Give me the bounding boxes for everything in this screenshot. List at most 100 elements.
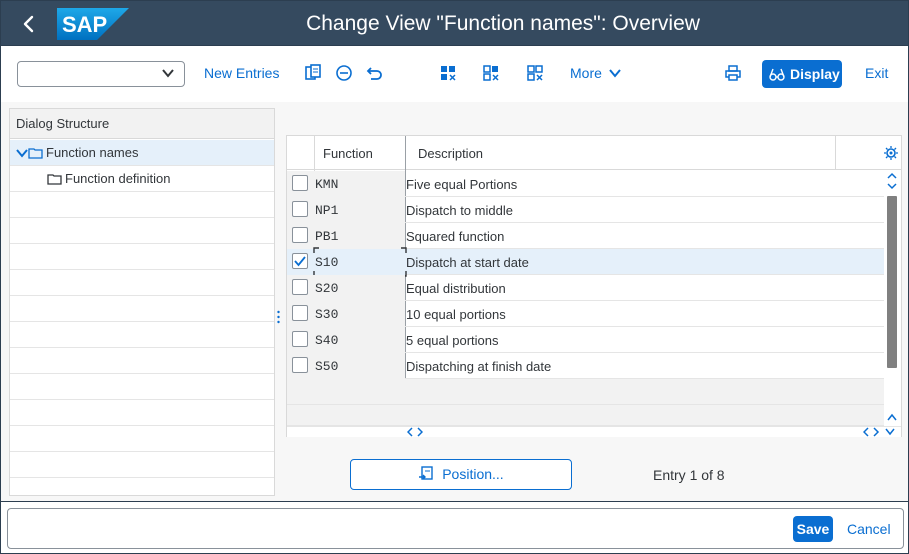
more-button[interactable]: More bbox=[570, 65, 621, 81]
table-row[interactable]: S20 Equal distribution bbox=[287, 275, 884, 301]
row-checkbox[interactable] bbox=[292, 279, 308, 295]
tree-empty-row bbox=[10, 296, 274, 322]
row-checkbox[interactable] bbox=[292, 175, 308, 191]
row-selector[interactable] bbox=[287, 301, 314, 327]
table-row[interactable]: PB1 Squared function bbox=[287, 223, 884, 249]
display-label: Display bbox=[790, 66, 840, 82]
copy-as-icon[interactable] bbox=[303, 63, 323, 83]
table-row[interactable]: KMN Five equal Portions bbox=[287, 171, 884, 197]
cancel-button[interactable]: Cancel bbox=[847, 521, 891, 537]
row-checkbox-checked[interactable] bbox=[292, 253, 308, 269]
tree-empty-row bbox=[10, 218, 274, 244]
table-row[interactable]: S40 5 equal portions bbox=[287, 327, 884, 353]
folder-open-icon bbox=[28, 148, 43, 159]
row-selector[interactable] bbox=[287, 197, 314, 223]
function-code: KMN bbox=[315, 177, 339, 192]
shell-bar: SAP Change View "Function names": Overvi… bbox=[0, 0, 909, 46]
vertical-scrollbar[interactable] bbox=[884, 170, 900, 426]
tree-empty-row bbox=[10, 452, 274, 478]
check-icon bbox=[294, 256, 306, 267]
function-code: NP1 bbox=[315, 203, 339, 218]
tree-label-function-definition: Function definition bbox=[65, 171, 171, 186]
tree-empty-row bbox=[10, 374, 274, 400]
row-selector[interactable] bbox=[287, 249, 314, 275]
tree-empty-row bbox=[10, 192, 274, 218]
tree-empty-row bbox=[10, 244, 274, 270]
dialog-structure-panel: Dialog Structure Function names Function… bbox=[9, 108, 275, 496]
function-code: S10 bbox=[315, 255, 339, 270]
function-description: Five equal Portions bbox=[406, 177, 518, 192]
table-header: Function Description bbox=[287, 136, 901, 170]
select-all-icon[interactable] bbox=[438, 63, 458, 83]
position-label: Position... bbox=[442, 466, 504, 482]
column-header-description[interactable]: Description bbox=[418, 146, 483, 161]
function-code: PB1 bbox=[315, 229, 339, 244]
dialog-structure-header: Dialog Structure bbox=[10, 109, 274, 139]
splitter-handle[interactable] bbox=[277, 310, 280, 326]
function-table: Function Description KMN Five equal Port… bbox=[286, 135, 902, 437]
new-entries-button[interactable]: New Entries bbox=[204, 65, 279, 81]
gear-icon[interactable] bbox=[884, 146, 898, 160]
variant-select[interactable] bbox=[17, 61, 185, 87]
function-code: S20 bbox=[315, 281, 339, 296]
save-button[interactable]: Save bbox=[793, 516, 833, 542]
horizontal-scrollbar[interactable] bbox=[287, 426, 901, 437]
tree-node-function-definition[interactable]: Function definition bbox=[10, 166, 274, 192]
tree-empty-row bbox=[10, 322, 274, 348]
tree-label-function-names: Function names bbox=[46, 145, 139, 160]
scroll-left-right-icon[interactable] bbox=[407, 427, 423, 437]
page-title: Change View "Function names": Overview bbox=[306, 12, 700, 35]
row-checkbox[interactable] bbox=[292, 227, 308, 243]
chevron-down-icon[interactable] bbox=[15, 146, 29, 160]
tree-empty-row bbox=[10, 426, 274, 452]
function-description: Dispatch at start date bbox=[406, 255, 529, 270]
function-description: 5 equal portions bbox=[406, 333, 499, 348]
row-checkbox[interactable] bbox=[292, 331, 308, 347]
undo-icon[interactable] bbox=[365, 63, 385, 83]
function-description: Squared function bbox=[406, 229, 505, 244]
more-label: More bbox=[570, 65, 602, 81]
function-code: S40 bbox=[315, 333, 339, 348]
function-code: S50 bbox=[315, 359, 339, 374]
scrollbar-thumb[interactable] bbox=[887, 196, 897, 368]
row-checkbox[interactable] bbox=[292, 305, 308, 321]
function-code: S30 bbox=[315, 307, 339, 322]
function-description: 10 equal portions bbox=[406, 307, 506, 322]
tree-empty-row bbox=[10, 348, 274, 374]
row-selector[interactable] bbox=[287, 275, 314, 301]
row-selector[interactable] bbox=[287, 171, 314, 197]
table-row[interactable]: S50 Dispatching at finish date bbox=[287, 353, 884, 379]
row-selector[interactable] bbox=[287, 327, 314, 353]
row-checkbox[interactable] bbox=[292, 357, 308, 373]
scroll-up-down-icon[interactable] bbox=[886, 170, 898, 192]
table-row[interactable]: NP1 Dispatch to middle bbox=[287, 197, 884, 223]
exit-button[interactable]: Exit bbox=[865, 65, 888, 81]
table-row[interactable]: S30 10 equal portions bbox=[287, 301, 884, 327]
function-description: Equal distribution bbox=[406, 281, 506, 296]
scroll-nav-icon[interactable] bbox=[863, 427, 899, 437]
delete-icon[interactable] bbox=[334, 63, 354, 83]
deselect-all-icon[interactable] bbox=[525, 63, 545, 83]
scroll-up-icon[interactable] bbox=[886, 410, 898, 424]
footer-toolbar bbox=[7, 508, 904, 549]
table-empty-row bbox=[287, 379, 884, 405]
footer-bar: Save Cancel bbox=[0, 501, 909, 554]
chevron-down-icon bbox=[162, 69, 174, 78]
row-selector[interactable] bbox=[287, 353, 314, 379]
position-button[interactable]: Position... bbox=[350, 459, 572, 490]
row-selector[interactable] bbox=[287, 223, 314, 249]
main-area: Dialog Structure Function names Function… bbox=[0, 102, 909, 501]
column-header-function[interactable]: Function bbox=[323, 146, 373, 161]
table-empty-row bbox=[287, 405, 884, 426]
function-description: Dispatch to middle bbox=[406, 203, 513, 218]
row-checkbox[interactable] bbox=[292, 201, 308, 217]
print-icon[interactable] bbox=[723, 63, 743, 83]
position-icon bbox=[419, 466, 434, 480]
tree-node-function-names[interactable]: Function names bbox=[10, 140, 274, 166]
display-button[interactable]: Display bbox=[762, 60, 842, 88]
tree-empty-row bbox=[10, 400, 274, 426]
toolbar: New Entries More Display Exit bbox=[0, 46, 909, 102]
table-row-selected[interactable]: S10 Dispatch at start date bbox=[287, 247, 884, 277]
select-block-icon[interactable] bbox=[481, 63, 501, 83]
function-description: Dispatching at finish date bbox=[406, 359, 552, 374]
